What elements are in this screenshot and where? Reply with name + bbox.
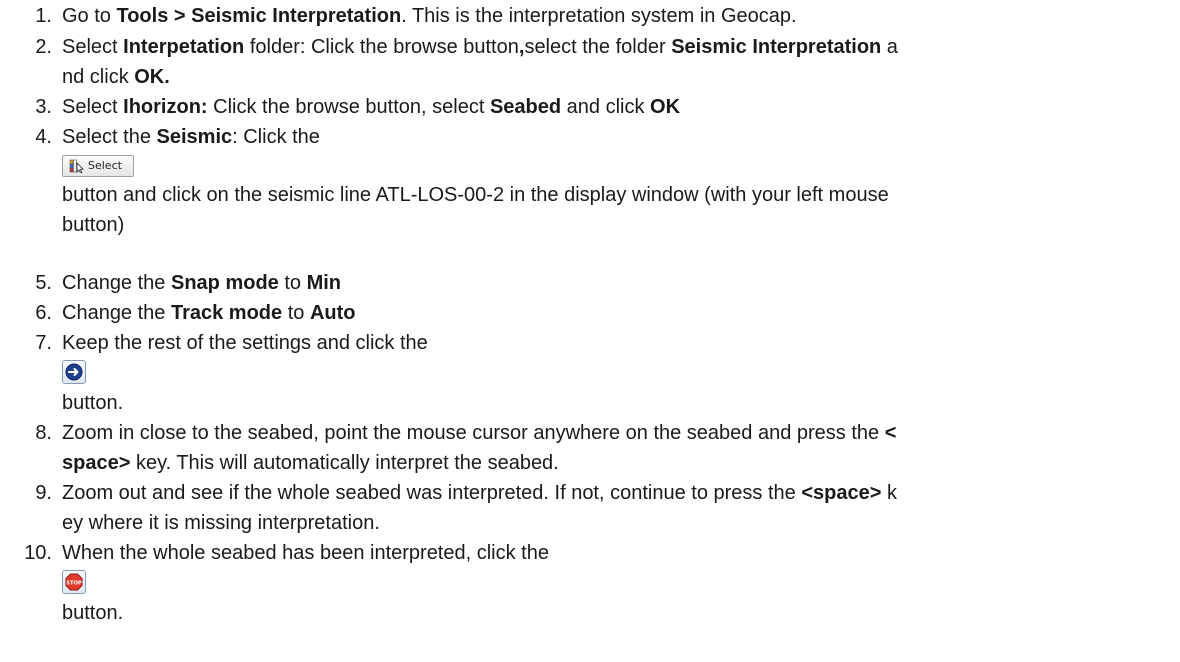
bold-term: Auto bbox=[309, 302, 356, 324]
step-text: Select Interpetation folder: Click the b… bbox=[62, 32, 1174, 92]
text: Select the bbox=[62, 126, 157, 148]
step-number: 8. bbox=[35, 422, 52, 444]
bold-term: OK. bbox=[134, 66, 170, 88]
step-text: Change the Snap mode to Min bbox=[62, 268, 1174, 298]
text: button) bbox=[62, 214, 125, 236]
bold-term: space> bbox=[62, 452, 131, 474]
text: : Click the bbox=[232, 126, 320, 148]
button-image-row bbox=[62, 358, 1174, 388]
text: to bbox=[282, 302, 310, 324]
text: Select bbox=[62, 96, 124, 118]
select-button[interactable]: Select bbox=[62, 155, 134, 177]
text: When the whole seabed has been interpret… bbox=[62, 542, 549, 564]
bold-term: OK bbox=[650, 96, 681, 118]
step-number: 9. bbox=[35, 482, 52, 504]
step-text: Change the Track mode to Auto bbox=[62, 298, 1174, 328]
arrow-right-circle-icon bbox=[65, 363, 83, 381]
text: key. This will automatically interpret t… bbox=[130, 452, 559, 474]
bold-term: Snap mode bbox=[170, 272, 279, 294]
step-number: 7. bbox=[35, 332, 52, 354]
text: ey where it is missing interpretation. bbox=[62, 512, 380, 534]
text: Click the browse button, select bbox=[207, 96, 490, 118]
bold-term: Seismic bbox=[156, 126, 233, 148]
button-image-row: Select bbox=[62, 152, 1174, 180]
step-text: Zoom in close to the seabed, point the m… bbox=[62, 418, 1174, 478]
text: button. bbox=[62, 392, 124, 414]
text: Zoom out and see if the whole seabed was… bbox=[62, 482, 802, 504]
button-image-row: STOP bbox=[62, 568, 1174, 598]
text: a bbox=[881, 36, 898, 58]
step-number: 5. bbox=[35, 272, 52, 294]
step-text: Go to Tools > Seismic Interpretation. Th… bbox=[62, 1, 1174, 31]
text: Zoom in close to the seabed, point the m… bbox=[62, 422, 885, 444]
step-number: 2. bbox=[35, 36, 52, 58]
select-button-label: Select bbox=[88, 159, 122, 172]
bold-term: Ihorizon: bbox=[123, 96, 208, 118]
text: nd click bbox=[62, 66, 135, 88]
bold-term: < bbox=[884, 422, 897, 444]
menu-path: Tools > Seismic Interpretation bbox=[116, 5, 402, 27]
select-cursor-icon bbox=[69, 159, 84, 173]
bold-term: <space> bbox=[801, 482, 882, 504]
text: Keep the rest of the settings and click … bbox=[62, 332, 428, 354]
bold-term: Min bbox=[306, 272, 342, 294]
stop-button[interactable]: STOP bbox=[62, 570, 86, 594]
step-number: 1. bbox=[35, 5, 52, 27]
text: button. bbox=[62, 602, 124, 624]
step-text: Select Ihorizon: Click the browse button… bbox=[62, 92, 1174, 122]
step-text: Zoom out and see if the whole seabed was… bbox=[62, 478, 1174, 538]
bold-term: Interpetation bbox=[123, 36, 245, 58]
step-number: 10. bbox=[24, 542, 52, 564]
bold-term: Seabed bbox=[489, 96, 562, 118]
text: button and click on the seismic line ATL… bbox=[62, 184, 889, 206]
text: Change the bbox=[62, 302, 171, 324]
step-number: 3. bbox=[35, 96, 52, 118]
text: Change the bbox=[62, 272, 171, 294]
step-text: When the whole seabed has been interpret… bbox=[62, 538, 1174, 628]
bold-term: Track mode bbox=[170, 302, 283, 324]
text: . This is the interpretation system in G… bbox=[401, 5, 797, 27]
text: select the folder bbox=[524, 36, 672, 58]
text: Go to bbox=[62, 5, 117, 27]
go-button[interactable] bbox=[62, 360, 86, 384]
step-number: 4. bbox=[35, 126, 52, 148]
stop-sign-icon: STOP bbox=[65, 573, 83, 591]
step-text: Keep the rest of the settings and click … bbox=[62, 328, 1174, 418]
text: folder: Click the browse button bbox=[244, 36, 519, 58]
stop-icon-label: STOP bbox=[66, 580, 82, 586]
bold-term: Seismic Interpretation bbox=[671, 36, 882, 58]
text: to bbox=[278, 272, 307, 294]
text: k bbox=[881, 482, 897, 504]
step-number: 6. bbox=[35, 302, 52, 324]
text: Select bbox=[62, 36, 124, 58]
step-text: Select the Seismic: Click the Select but… bbox=[62, 122, 1174, 240]
text: and click bbox=[561, 96, 651, 118]
